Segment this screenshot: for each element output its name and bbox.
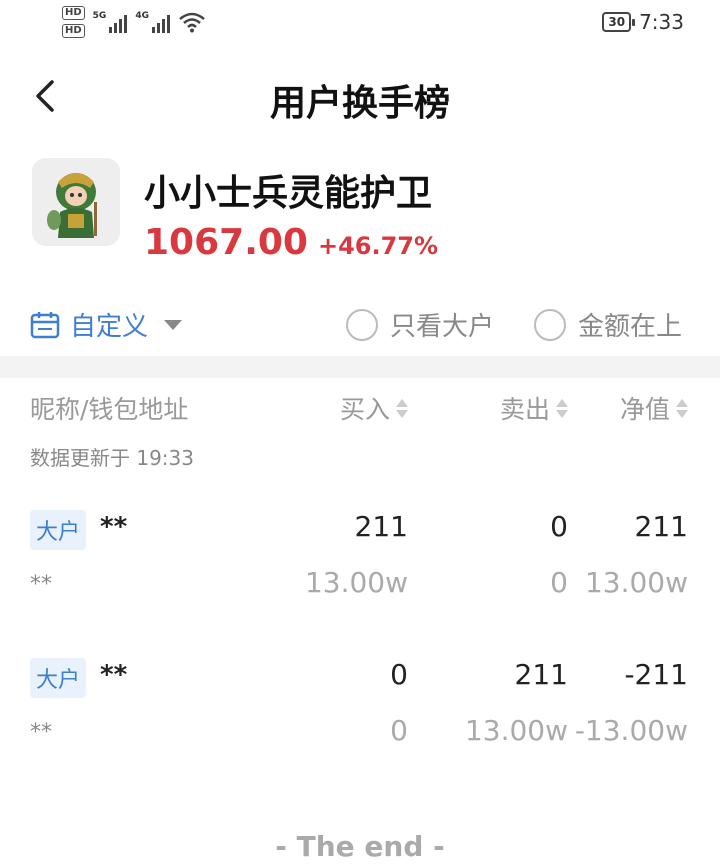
amount-first-radio[interactable]: 金额在上: [534, 306, 682, 343]
status-bar: HD HD 5G 4G 30 7:33: [0, 0, 720, 50]
signal-4g-icon: 4G: [135, 11, 170, 33]
hd-indicator-1: HD: [62, 6, 85, 20]
filter-row: 自定义 只看大户 金额在上: [30, 302, 690, 348]
table-header: 昵称/钱包地址 买入 卖出 净值: [0, 390, 720, 430]
buy-amount: 13.00w: [304, 566, 408, 599]
calendar-icon: [30, 311, 60, 338]
wallet-address: **: [30, 572, 52, 597]
big-holder-badge: 大户: [30, 510, 87, 550]
status-left: HD HD 5G 4G: [62, 6, 206, 38]
sort-icon: [396, 398, 408, 418]
data-updated-time: 数据更新于 19:33: [30, 446, 194, 470]
sell-count: 0: [550, 510, 568, 543]
buy-amount: 0: [390, 714, 408, 747]
sort-icon: [556, 398, 568, 418]
signal-5g-icon: 5G: [93, 11, 128, 33]
only-big-holders-radio[interactable]: 只看大户: [346, 306, 494, 343]
radio-circle-icon: [534, 308, 566, 341]
clock: 7:33: [639, 10, 684, 34]
table-row[interactable]: 大户 ** ** 0 211 -211 0 13.00w -13.00w: [0, 654, 720, 754]
big-holder-badge: 大户: [30, 658, 87, 698]
product-price: 1067.00: [144, 222, 308, 263]
buy-count: 0: [390, 658, 408, 691]
radio-circle-icon: [346, 308, 378, 341]
product-name: 小小士兵灵能护卫: [144, 173, 433, 214]
sell-amount: 13.00w: [464, 714, 568, 747]
hd-indicator-2: HD: [62, 24, 85, 38]
column-header-sell[interactable]: 卖出: [500, 390, 568, 426]
buy-count: 211: [354, 510, 408, 543]
date-range-label: 自定义: [70, 312, 149, 342]
page-title: 用户换手榜: [269, 83, 450, 124]
price-row: 1067.00 +46.77%: [144, 222, 438, 263]
net-count: 211: [634, 510, 688, 543]
only-big-holders-label: 只看大户: [390, 312, 495, 342]
end-of-list-text: - The end -: [275, 830, 445, 863]
user-nickname: **: [100, 660, 128, 690]
net-count: -211: [624, 658, 688, 691]
column-header-name: 昵称/钱包地址: [30, 395, 189, 424]
net-amount: -13.00w: [574, 714, 688, 747]
chevron-down-icon: [164, 319, 183, 330]
sell-amount: 0: [550, 566, 568, 599]
status-right: 30 7:33: [602, 10, 684, 34]
product-header: 小小士兵灵能护卫 1067.00 +46.77%: [32, 158, 692, 268]
amount-first-label: 金额在上: [578, 312, 683, 342]
net-amount: 13.00w: [584, 566, 688, 599]
column-header-buy[interactable]: 买入: [340, 390, 408, 426]
nav-bar: 用户换手榜: [0, 60, 720, 130]
column-header-net[interactable]: 净值: [620, 390, 688, 426]
table-row[interactable]: 大户 ** ** 211 0 211 13.00w 0 13.00w: [0, 506, 720, 606]
wifi-icon: [179, 12, 205, 33]
user-nickname: **: [100, 512, 128, 542]
sell-count: 211: [514, 658, 568, 691]
sort-icon: [676, 398, 688, 418]
wallet-address: **: [30, 720, 52, 745]
battery-icon: 30: [602, 12, 635, 32]
hd-indicators: HD HD: [62, 6, 85, 38]
price-change: +46.77%: [317, 232, 439, 260]
soldier-figure-image: [32, 158, 120, 246]
product-thumbnail: [32, 158, 120, 246]
date-range-dropdown[interactable]: 自定义: [30, 306, 183, 343]
section-divider: [0, 356, 720, 378]
